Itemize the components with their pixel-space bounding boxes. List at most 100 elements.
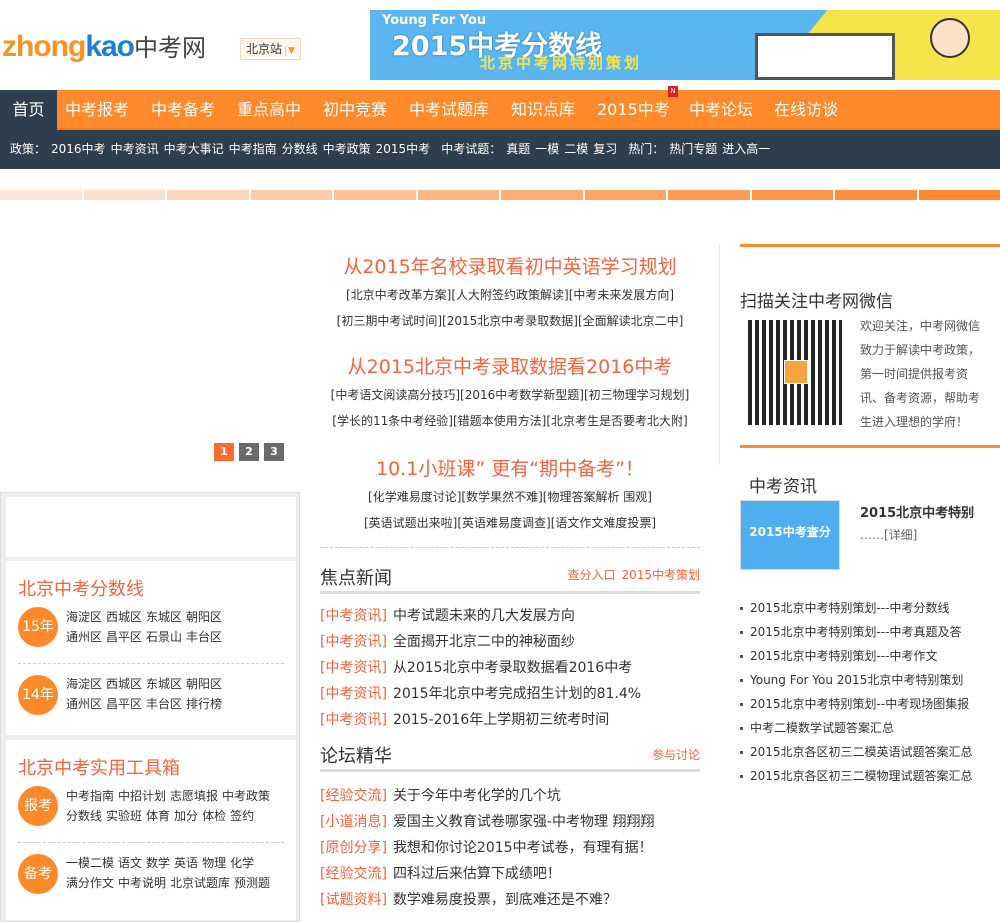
quick-link[interactable]: 西城区 — [106, 677, 142, 691]
quick-link[interactable]: 满分作文 — [66, 876, 114, 890]
topic-link[interactable]: [中考语文阅读高分技巧] — [331, 388, 460, 402]
quick-link[interactable]: 体育 — [146, 809, 170, 823]
quick-link[interactable]: 加分 — [174, 809, 198, 823]
news-list-item[interactable]: 2015北京各区初三二模英语试题答案汇总 — [740, 743, 973, 760]
page-3-button[interactable]: 3 — [264, 443, 284, 461]
quick-link[interactable]: 中考政策 — [222, 789, 270, 803]
nav-item[interactable]: 重点高中 — [237, 90, 301, 130]
news-list-item[interactable]: 中考二模数学试题答案汇总 — [740, 719, 894, 736]
subnav-link[interactable]: 进入高一 — [722, 142, 770, 156]
plan-link[interactable]: 2015中考策划 — [621, 568, 700, 582]
news-link[interactable]: 从2015北京中考录取数据看2016中考 — [393, 660, 632, 676]
subnav-link[interactable]: 2015中考 — [376, 142, 431, 156]
quick-link[interactable]: 北京试题库 — [170, 876, 230, 890]
quick-link[interactable]: 昌平区 — [106, 630, 142, 644]
subnav-link[interactable]: 中考资讯 — [111, 142, 159, 156]
quick-link[interactable]: 体检 — [202, 809, 226, 823]
subnav-link[interactable]: 2016中考 — [51, 142, 106, 156]
subnav-link[interactable]: 分数线 — [282, 142, 318, 156]
join-discussion-link[interactable]: 参与讨论 — [652, 748, 700, 762]
quick-link[interactable]: 通州区 — [66, 630, 102, 644]
quick-link[interactable]: 通州区 — [66, 697, 102, 711]
quick-link[interactable]: 海淀区 — [66, 677, 102, 691]
topic-link[interactable]: [人大附签约政策解读] — [451, 288, 568, 302]
quick-link[interactable]: 排行榜 — [186, 697, 222, 711]
quick-link[interactable]: 签约 — [230, 809, 254, 823]
quick-link[interactable]: 化学 — [230, 856, 254, 870]
category-tag[interactable]: [中考资讯] — [320, 686, 387, 702]
site-logo[interactable]: zhongkao中考网 — [2, 28, 206, 64]
news-link[interactable]: 数学难易度投票，到底难还是不难？ — [393, 892, 617, 908]
category-tag[interactable]: [中考资讯] — [320, 634, 387, 650]
quick-link[interactable]: 分数线 — [66, 809, 102, 823]
topic-link[interactable]: [错题本使用方法] — [453, 414, 546, 428]
subnav-link[interactable]: 二模 — [564, 142, 588, 156]
topic-link[interactable]: [英语试题出来啦] — [364, 516, 457, 530]
nav-item[interactable]: 中考报考 — [65, 90, 129, 130]
news-list-item[interactable]: 2015北京中考特别策划---中考作文 — [740, 647, 938, 664]
quick-link[interactable]: 中考指南 — [66, 789, 114, 803]
category-tag[interactable]: [原创分享] — [320, 840, 387, 856]
topic-link[interactable]: [全面解读北京二中] — [578, 314, 683, 328]
quick-link[interactable]: 数学 — [146, 856, 170, 870]
city-select[interactable]: 北京站▼ — [240, 38, 301, 60]
topic-link[interactable]: [英语难易度调查] — [457, 516, 550, 530]
quick-link[interactable]: 中招计划 — [118, 789, 166, 803]
subnav-link[interactable]: 热门专题 — [669, 142, 717, 156]
topic-link[interactable]: [中考未来发展方向] — [569, 288, 674, 302]
page-1-button[interactable]: 1 — [214, 443, 234, 461]
topic-link[interactable]: [学长的11条中考经验] — [332, 414, 453, 428]
category-tag[interactable]: [经验交流] — [320, 788, 387, 804]
quick-link[interactable]: 昌平区 — [106, 697, 142, 711]
quick-link[interactable]: 东城区 — [146, 610, 182, 624]
news-link[interactable]: 全面揭开北京二中的神秘面纱 — [393, 634, 575, 650]
news-link[interactable]: 爱国主义教育试卷哪家强-中考物理 翔翔翔 — [393, 814, 655, 830]
topic-link[interactable]: [物理答案解析 围观] — [543, 490, 652, 504]
nav-item[interactable]: 中考备考 — [151, 90, 215, 130]
nav-item[interactable]: 初中竞赛 — [323, 90, 387, 130]
quick-link[interactable]: 预测题 — [234, 876, 270, 890]
topic-link[interactable]: [北京考生是否要考北大附] — [546, 414, 687, 428]
category-tag[interactable]: [经验交流] — [320, 866, 387, 882]
top-banner[interactable]: Young For You 2015中考分数线 北京中考网特别策划 — [370, 10, 1000, 80]
category-tag[interactable]: [试题资料] — [320, 892, 387, 908]
subnav-link[interactable]: 真题 — [506, 142, 530, 156]
nav-item[interactable]: 2015中考 — [597, 90, 670, 130]
topic-link[interactable]: [北京中考改革方案] — [346, 288, 451, 302]
category-tag[interactable]: [中考资讯] — [320, 660, 387, 676]
quick-link[interactable]: 丰台区 — [186, 630, 222, 644]
topic-link[interactable]: [数学果然不难] — [461, 490, 542, 504]
quick-link[interactable]: 丰台区 — [146, 697, 182, 711]
news-list-item[interactable]: 2015北京中考特别策划---中考分数线 — [740, 599, 950, 616]
news-list-item[interactable]: 2015北京中考特别策划--中考现场图集报 — [740, 695, 969, 712]
news-list-item[interactable]: 2015北京中考特别策划---中考真题及答 — [740, 623, 962, 640]
quick-link[interactable]: 石景山 — [146, 630, 182, 644]
category-tag[interactable]: [中考资讯] — [320, 712, 387, 728]
quick-link[interactable]: 东城区 — [146, 677, 182, 691]
subnav-link[interactable]: 一模 — [535, 142, 559, 156]
page-2-button[interactable]: 2 — [239, 443, 259, 461]
topic-link[interactable]: [初三期中考试时间] — [337, 314, 442, 328]
headline-link[interactable]: 从2015北京中考录取数据看2016中考 — [320, 352, 700, 379]
topic-link[interactable]: [2015北京中考录取数据] — [442, 314, 578, 328]
news-list-item[interactable]: 2015北京各区初三二模物理试题答案汇总 — [740, 767, 973, 784]
detail-link[interactable]: [详细] — [884, 528, 917, 542]
news-link[interactable]: 2015-2016年上学期初三统考时间 — [393, 712, 609, 728]
quick-link[interactable]: 实验班 — [106, 809, 142, 823]
headline-link[interactable]: 从2015年名校录取看初中英语学习规划 — [320, 252, 700, 279]
news-link[interactable]: 关于今年中考化学的几个坑 — [393, 788, 561, 804]
category-tag[interactable]: [中考资讯] — [320, 608, 387, 624]
nav-home[interactable]: 首页 — [0, 90, 57, 130]
subnav-link[interactable]: 中考政策 — [323, 142, 371, 156]
nav-item[interactable]: 中考试题库 — [409, 90, 489, 130]
topic-link[interactable]: [语文作文难度投票] — [551, 516, 656, 530]
subnav-link[interactable]: 中考大事记 — [164, 142, 224, 156]
category-tag[interactable]: [小道消息] — [320, 814, 387, 830]
news-list-item[interactable]: Young For You 2015北京中考特别策划 — [740, 671, 963, 688]
news-link[interactable]: 中考试题未来的几大发展方向 — [393, 608, 575, 624]
news-link[interactable]: 四科过后来估算下成绩吧！ — [393, 866, 561, 882]
quick-link[interactable]: 英语 — [174, 856, 198, 870]
topic-link[interactable]: [初三物理学习规划] — [584, 388, 689, 402]
quick-link[interactable]: 西城区 — [106, 610, 142, 624]
topic-link[interactable]: [化学难易度讨论] — [368, 490, 461, 504]
